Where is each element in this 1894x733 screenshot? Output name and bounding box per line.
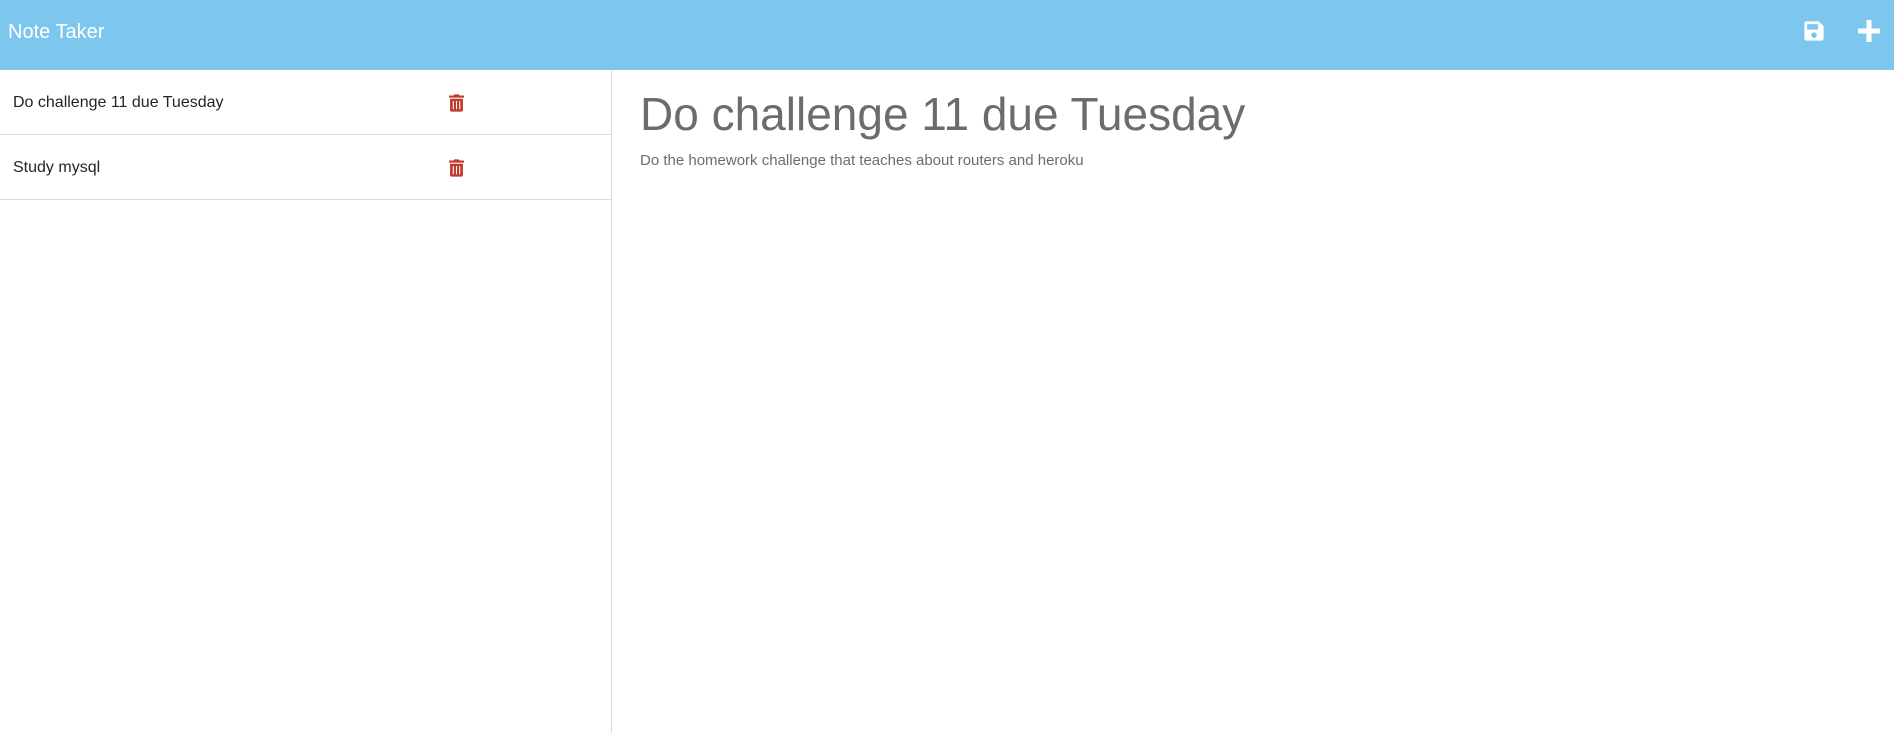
note-list-item[interactable]: Study mysql — [0, 135, 611, 200]
plus-icon — [1858, 20, 1880, 42]
note-list-item-title: Do challenge 11 due Tuesday — [13, 94, 224, 111]
note-title-input[interactable] — [640, 84, 1840, 144]
notes-list: Do challenge 11 due Tuesday Study mysql — [0, 70, 612, 733]
note-editor: Do the homework challenge that teaches a… — [613, 70, 1894, 733]
note-list-item-title: Study mysql — [13, 159, 101, 176]
note-text-input[interactable]: Do the homework challenge that teaches a… — [640, 152, 1840, 672]
navbar: Note Taker — [0, 0, 1894, 70]
app-title[interactable]: Note Taker — [8, 20, 104, 44]
note-list-item[interactable]: Do challenge 11 due Tuesday — [0, 70, 611, 135]
delete-note-button[interactable] — [446, 92, 466, 114]
save-icon — [1804, 21, 1824, 41]
delete-note-button[interactable] — [446, 157, 466, 179]
save-note-button[interactable] — [1800, 17, 1828, 45]
new-note-button[interactable] — [1855, 17, 1883, 45]
trash-icon — [448, 159, 464, 177]
trash-icon — [448, 94, 464, 112]
